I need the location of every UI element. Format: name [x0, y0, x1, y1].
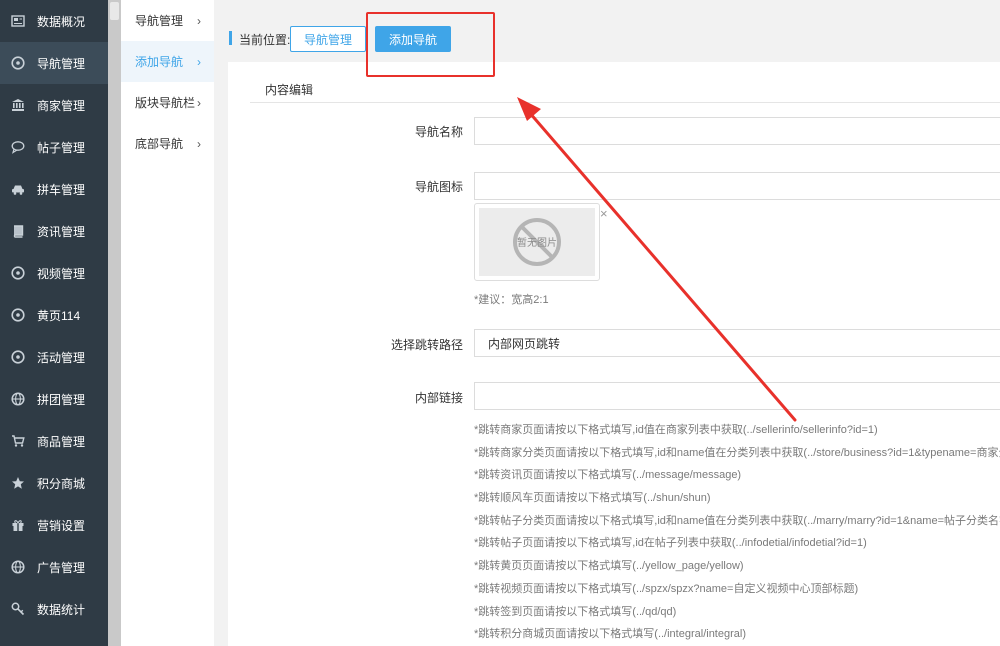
sidebar-item-nav[interactable]: 导航管理 — [0, 42, 108, 84]
sidebar-item-label: 帖子管理 — [37, 140, 86, 155]
book-icon — [10, 223, 26, 239]
sidebar-item-label: 视频管理 — [37, 266, 86, 281]
gift-icon — [10, 517, 26, 533]
chevron-right-icon: › — [197, 13, 201, 28]
internal-link-input[interactable] — [474, 382, 1000, 410]
link-hint: *跳转帖子页面请按以下格式填写,id在帖子列表中获取(../infodetial… — [474, 537, 867, 550]
sidebar-item-marketing[interactable]: 营销设置 — [0, 504, 108, 546]
breadcrumb-nav-manage-button[interactable]: 导航管理 — [290, 26, 366, 52]
sidebar-item-groupbuy[interactable]: 拼团管理 — [0, 378, 108, 420]
subnav-item-add-nav[interactable]: 添加导航 › — [121, 41, 214, 82]
subnav-item-nav-manage[interactable]: 导航管理 › — [121, 0, 214, 41]
link-hint: *跳转顺风车页面请按以下格式填写(../shun/shun) — [474, 492, 711, 505]
image-preview[interactable]: 暂无图片 — [474, 203, 600, 281]
sidebar-item-merchants[interactable]: 商家管理 — [0, 84, 108, 126]
content-card: 内容编辑 导航名称 导航图标 暂无图片 × *建议：宽高2:1 选择跳转路径 内… — [228, 62, 1000, 646]
compass-icon — [10, 265, 26, 281]
link-hint: *跳转签到页面请按以下格式填写(../qd/qd) — [474, 605, 677, 618]
sidebar-item-label: 数据统计 — [37, 602, 86, 617]
sidebar-item-news[interactable]: 资讯管理 — [0, 210, 108, 252]
globe-icon — [10, 559, 26, 575]
sidebar-item-events[interactable]: 活动管理 — [0, 336, 108, 378]
sidebar-item-label: 拼车管理 — [37, 182, 86, 197]
sidebar-item-label: 数据概况 — [37, 14, 86, 29]
sidebar-scrollbar[interactable] — [108, 0, 121, 646]
route-select-value: 内部网页跳转 — [488, 336, 561, 351]
sidebar-item-label: 营销设置 — [37, 518, 86, 533]
internal-link-label: 内部链接 — [414, 391, 463, 405]
route-label: 选择跳转路径 — [390, 338, 463, 352]
nav-name-label: 导航名称 — [414, 125, 463, 139]
subnav-item-section-nav[interactable]: 版块导航栏 › — [121, 82, 214, 123]
sidebar-item-statistics[interactable]: 数据统计 — [0, 588, 108, 630]
nav-name-input[interactable] — [474, 117, 1000, 145]
sidebar-item-carpool[interactable]: 拼车管理 — [0, 168, 108, 210]
sidebar-item-ads[interactable]: 广告管理 — [0, 546, 108, 588]
remove-image-icon[interactable]: × — [600, 206, 608, 221]
nav-icon-input[interactable] — [474, 172, 1000, 200]
subnav-item-label: 版块导航栏 — [135, 96, 196, 110]
no-image-icon: 暂无图片 — [513, 218, 561, 266]
scrollbar-thumb[interactable] — [110, 2, 119, 20]
sidebar-item-posts[interactable]: 帖子管理 — [0, 126, 108, 168]
link-hint: *跳转黄页页面请按以下格式填写(../yellow_page/yellow) — [474, 560, 744, 573]
subnav-item-label: 底部导航 — [135, 137, 184, 151]
link-hint-list: *跳转商家页面请按以下格式填写,id值在商家列表中获取(../sellerinf… — [474, 419, 1000, 646]
car-icon — [10, 181, 26, 197]
subnav-item-label: 导航管理 — [135, 14, 184, 28]
nav-icon-label: 导航图标 — [414, 180, 463, 194]
link-hint: *跳转资讯页面请按以下格式填写(../message/message) — [474, 469, 742, 482]
link-hint: *跳转商家页面请按以下格式填写,id值在商家列表中获取(../sellerinf… — [474, 424, 878, 436]
sidebar-item-label: 资讯管理 — [37, 224, 86, 239]
size-hint: *建议：宽高2:1 — [474, 294, 549, 306]
sidebar-item-label: 商家管理 — [37, 98, 86, 113]
sidebar-item-label: 商品管理 — [37, 434, 86, 449]
sidebar-item-video[interactable]: 视频管理 — [0, 252, 108, 294]
sidebar-item-label: 积分商城 — [37, 476, 86, 491]
sub-navigation: 导航管理 › 添加导航 › 版块导航栏 › 底部导航 › — [121, 0, 214, 646]
divider — [250, 102, 1000, 103]
link-hint: *跳转帖子分类页面请按以下格式填写,id和name值在分类列表中获取(../ma… — [474, 514, 1000, 527]
compass-icon — [10, 55, 26, 71]
location-label: 当前位置: — [239, 33, 291, 47]
subnav-item-label: 添加导航 — [135, 55, 184, 69]
location-marker — [229, 31, 232, 45]
route-select[interactable]: 内部网页跳转 — [474, 329, 1000, 357]
subnav-item-bottom-nav[interactable]: 底部导航 › — [121, 123, 214, 164]
chevron-right-icon: › — [197, 54, 201, 69]
compass-icon — [10, 349, 26, 365]
main-sidebar: 数据概况 导航管理 商家管理 帖子管理 拼车管理 资讯管理 视频管理 黄页114… — [0, 0, 108, 646]
dashboard-icon — [10, 13, 26, 29]
globe-icon — [10, 391, 26, 407]
link-hint: *跳转积分商城页面请按以下格式填写(../integral/integral) — [474, 628, 746, 641]
sidebar-item-products[interactable]: 商品管理 — [0, 420, 108, 462]
no-image-placeholder: 暂无图片 — [479, 208, 595, 276]
comment-icon — [10, 139, 26, 155]
sidebar-item-label: 活动管理 — [37, 350, 86, 365]
annotation-highlight-box — [366, 12, 495, 77]
sidebar-item-label: 广告管理 — [37, 560, 86, 575]
chevron-right-icon: › — [197, 95, 201, 110]
link-hint: *跳转商家分类页面请按以下格式填写,id和name值在分类列表中获取(../st… — [474, 446, 1000, 459]
sidebar-item-points-mall[interactable]: 积分商城 — [0, 462, 108, 504]
section-title: 内容编辑 — [265, 83, 314, 97]
cart-icon — [10, 433, 26, 449]
star-icon — [10, 475, 26, 491]
bank-icon — [10, 97, 26, 113]
sidebar-item-label: 黄页114 — [37, 308, 81, 323]
sidebar-item-yellowpages[interactable]: 黄页114 — [0, 294, 108, 336]
sidebar-item-label: 拼团管理 — [37, 392, 86, 407]
link-hint: *跳转视频页面请按以下格式填写(../spzx/spzx?name=自定义视频中… — [474, 582, 859, 595]
no-image-text: 暂无图片 — [517, 236, 557, 249]
sidebar-item-label: 导航管理 — [37, 56, 86, 71]
sidebar-item-overview[interactable]: 数据概况 — [0, 0, 108, 42]
compass-icon — [10, 307, 26, 323]
chevron-right-icon: › — [197, 136, 201, 151]
key-icon — [10, 601, 26, 617]
